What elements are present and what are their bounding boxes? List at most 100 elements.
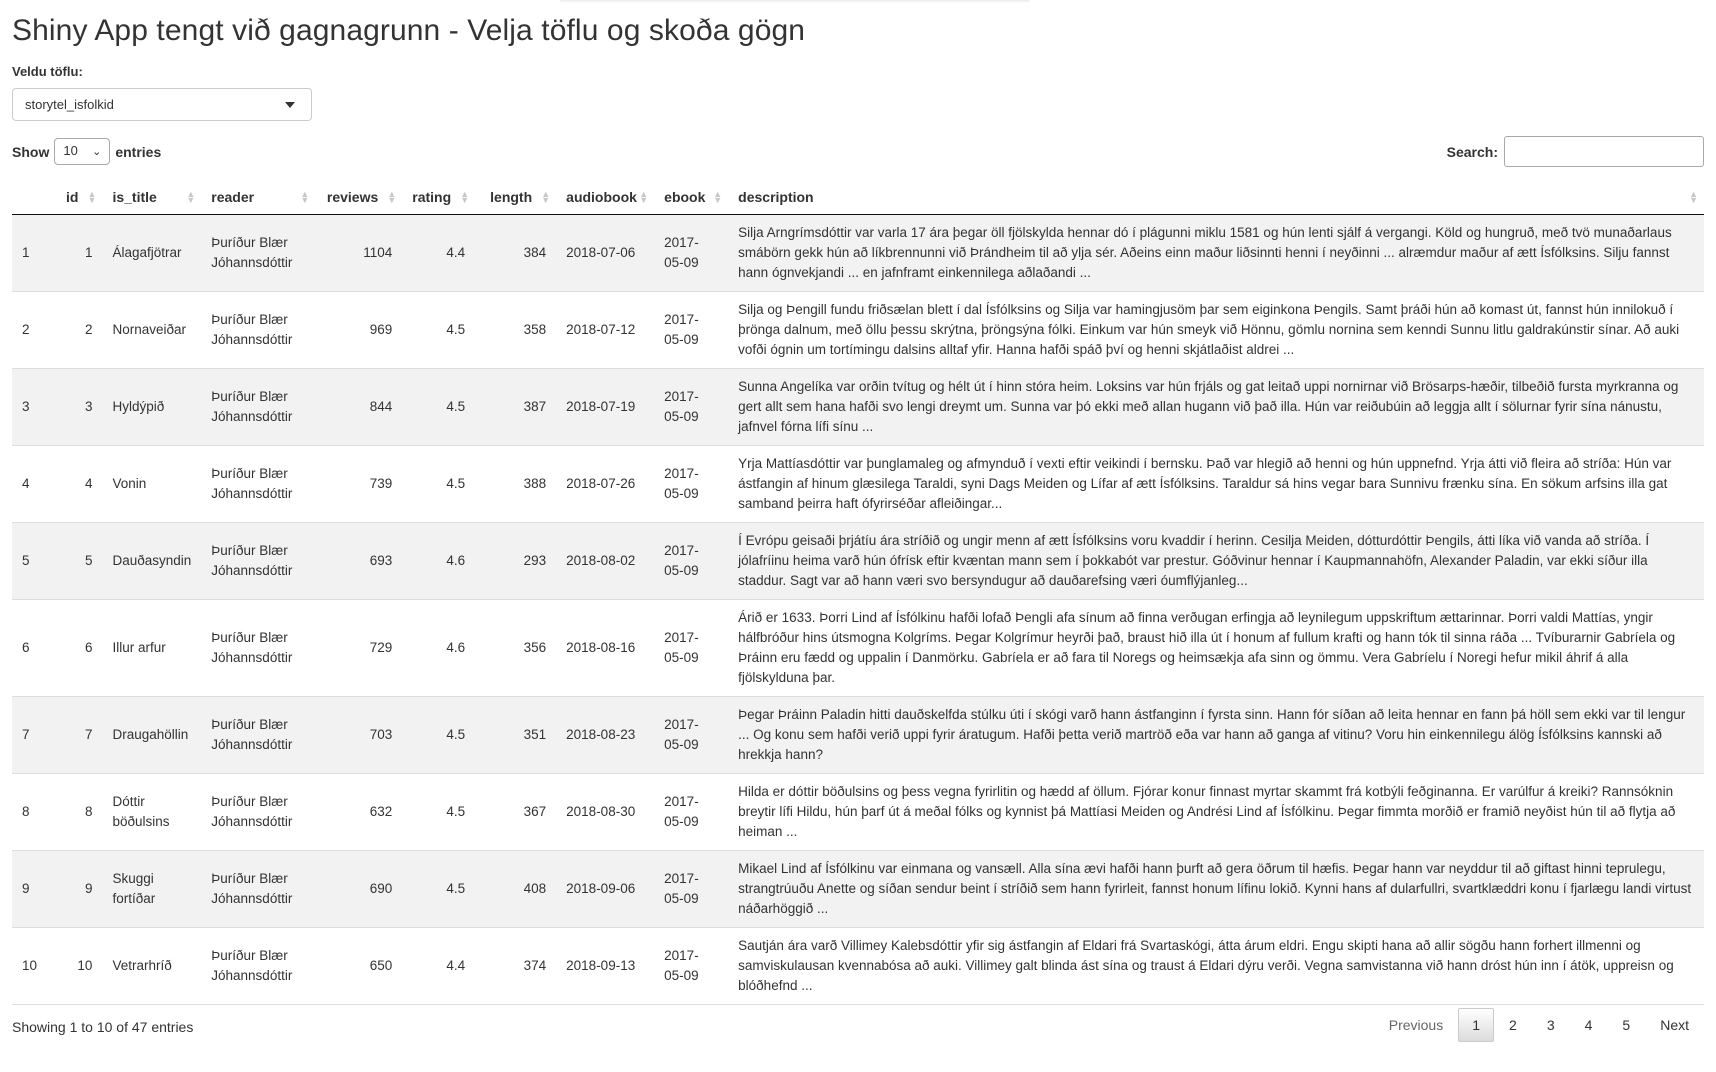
page-button-5[interactable]: 5 bbox=[1607, 1008, 1645, 1042]
length-cell: 358 bbox=[523, 321, 547, 337]
table-row[interactable]: 9 9 Skuggi fortíðar Þuríður Blær Jóhannsdót… bbox=[12, 850, 1704, 927]
ebook-cell: 2017-05-09 bbox=[664, 716, 699, 752]
table-row[interactable]: 7 7 Draugahöllin Þuríður Blær Jóhannsdóttir… bbox=[12, 696, 1704, 773]
id-cell: 4 bbox=[84, 475, 93, 491]
title-cell: Illur arfur bbox=[112, 639, 166, 655]
reader-cell: Þuríður Blær Jóhannsdóttir bbox=[211, 234, 293, 270]
rating-cell: 4.4 bbox=[446, 244, 466, 260]
next-button[interactable]: Next bbox=[1645, 1008, 1704, 1042]
length-cell: 356 bbox=[523, 639, 547, 655]
table-body: 1 1 Álagafjötrar Þuríður Blær Jóhannsdóttir… bbox=[12, 214, 1704, 1004]
reviews-cell: 729 bbox=[369, 639, 393, 655]
table-row[interactable]: 8 8 Dóttir böðulsins Þuríður Blær Jóhannsdó… bbox=[12, 773, 1704, 850]
id-cell: 3 bbox=[84, 398, 93, 414]
table-row[interactable]: 5 5 Dauðasyndin Þuríður Blær Jóhannsdóttir 6… bbox=[12, 522, 1704, 599]
table-row[interactable]: 10 10 Vetrarhríð Þuríður Blær Jóhannsdóttir… bbox=[12, 927, 1704, 1004]
audiobook-cell: 2018-07-12 bbox=[566, 321, 636, 337]
id-cell: 10 bbox=[77, 957, 93, 973]
audiobook-cell: 2018-08-23 bbox=[566, 726, 636, 742]
top-shadow bbox=[560, 0, 1030, 3]
reviews-cell: 632 bbox=[369, 803, 393, 819]
page-button-4[interactable]: 4 bbox=[1570, 1008, 1608, 1042]
table-row[interactable]: 1 1 Álagafjötrar Þuríður Blær Jóhannsdóttir… bbox=[12, 214, 1704, 291]
entries-length-value: 10 bbox=[63, 143, 78, 158]
table-row[interactable]: 2 2 Nornaveiðar Þuríður Blær Jóhannsdóttir 9… bbox=[12, 291, 1704, 368]
length-cell: 367 bbox=[523, 803, 547, 819]
column-header-reviews[interactable]: reviews ▲ ▼ bbox=[315, 180, 403, 215]
row-number-cell: 3 bbox=[22, 398, 30, 414]
previous-button[interactable]: Previous bbox=[1374, 1008, 1458, 1042]
table-header-row: id ▲ ▼ is_title ▲ ▼ reader ▲ ▼ reviews ▲ ▼ ratin… bbox=[12, 180, 1704, 215]
title-cell: Dauðasyndin bbox=[112, 552, 192, 568]
rating-cell: 4.6 bbox=[446, 552, 466, 568]
column-header-audiobook[interactable]: audiobook ▲ ▼ bbox=[556, 180, 655, 215]
column-header-id[interactable]: id ▲ ▼ bbox=[56, 180, 103, 215]
reader-cell: Þuríður Blær Jóhannsdóttir bbox=[211, 311, 293, 347]
rating-cell: 4.5 bbox=[446, 803, 466, 819]
description-cell: Yrja Mattíasdóttir var þunglamaleg og af… bbox=[738, 455, 1672, 511]
chevron-down-icon: ⌄ bbox=[92, 146, 102, 158]
rating-cell: 4.4 bbox=[446, 957, 466, 973]
ebook-cell: 2017-05-09 bbox=[664, 870, 699, 906]
ebook-cell: 2017-05-09 bbox=[664, 629, 699, 665]
length-cell: 408 bbox=[523, 880, 547, 896]
reader-cell: Þuríður Blær Jóhannsdóttir bbox=[211, 947, 293, 983]
row-number-cell: 5 bbox=[22, 552, 30, 568]
audiobook-cell: 2018-09-13 bbox=[566, 957, 636, 973]
table-info: Showing 1 to 10 of 47 entries bbox=[12, 1019, 194, 1035]
reader-cell: Þuríður Blær Jóhannsdóttir bbox=[211, 793, 293, 829]
length-cell: 387 bbox=[523, 398, 547, 414]
title-cell: Nornaveiðar bbox=[112, 321, 186, 337]
rating-cell: 4.5 bbox=[446, 321, 466, 337]
column-header-length[interactable]: length ▲ ▼ bbox=[475, 180, 557, 215]
column-header-description[interactable]: description ▲ ▼ bbox=[728, 180, 1704, 215]
title-cell: Vonin bbox=[112, 475, 147, 491]
id-cell: 6 bbox=[84, 639, 93, 655]
reader-cell: Þuríður Blær Jóhannsdóttir bbox=[211, 629, 293, 665]
column-header-rating[interactable]: rating ▲ ▼ bbox=[402, 180, 476, 215]
page-button-2[interactable]: 2 bbox=[1494, 1008, 1532, 1042]
row-number-cell: 4 bbox=[22, 475, 30, 491]
entries-label: entries bbox=[115, 143, 162, 160]
id-cell: 8 bbox=[84, 803, 93, 819]
audiobook-cell: 2018-08-30 bbox=[566, 803, 636, 819]
sort-icon: ▲ ▼ bbox=[300, 189, 310, 205]
caret-down-icon bbox=[285, 102, 295, 108]
rating-cell: 4.5 bbox=[446, 475, 466, 491]
reviews-cell: 703 bbox=[369, 726, 393, 742]
id-cell: 9 bbox=[84, 880, 93, 896]
audiobook-cell: 2018-07-19 bbox=[566, 398, 636, 414]
column-header-rownames bbox=[12, 180, 56, 215]
table-row[interactable]: 6 6 Illur arfur Þuríður Blær Jóhannsdóttir 7… bbox=[12, 599, 1704, 696]
table-select-label: Veldu töflu: bbox=[12, 64, 83, 79]
length-cell: 388 bbox=[523, 475, 547, 491]
rating-cell: 4.5 bbox=[446, 398, 466, 414]
rating-cell: 4.5 bbox=[446, 880, 466, 896]
title-cell: Hyldýpið bbox=[112, 398, 165, 414]
column-header-ebook[interactable]: ebook ▲ ▼ bbox=[654, 180, 729, 215]
pagination: Previous 1 2 3 4 5 Next bbox=[1374, 1008, 1704, 1042]
ebook-cell: 2017-05-09 bbox=[664, 947, 699, 983]
sort-icon: ▲ ▼ bbox=[713, 189, 723, 205]
description-cell: Árið er 1633. Þorri Lind af Ísfólkinu ha… bbox=[738, 609, 1676, 685]
search-input[interactable] bbox=[1504, 136, 1704, 167]
table-row[interactable]: 4 4 Vonin Þuríður Blær Jóhannsdóttir 739 4.5 3… bbox=[12, 445, 1704, 522]
page: Shiny App tengt við gagnagrunn - Velja t… bbox=[0, 0, 1716, 1072]
id-cell: 7 bbox=[84, 726, 93, 742]
reader-cell: Þuríður Blær Jóhannsdóttir bbox=[211, 388, 293, 424]
search-control: Search: bbox=[1447, 136, 1704, 167]
reader-cell: Þuríður Blær Jóhannsdóttir bbox=[211, 465, 293, 501]
length-cell: 374 bbox=[523, 957, 547, 973]
length-cell: 351 bbox=[523, 726, 547, 742]
table-row[interactable]: 3 3 Hyldýpið Þuríður Blær Jóhannsdóttir 844 4… bbox=[12, 368, 1704, 445]
row-number-cell: 8 bbox=[22, 803, 30, 819]
entries-length-select[interactable]: 10 ⌄ bbox=[54, 138, 111, 165]
description-cell: Sunna Angelíka var orðin tvítug og hélt … bbox=[738, 378, 1679, 434]
page-button-1[interactable]: 1 bbox=[1458, 1008, 1495, 1042]
title-cell: Álagafjötrar bbox=[112, 244, 182, 260]
table-select[interactable]: storytel_isfolkid bbox=[12, 88, 312, 121]
column-header-reader[interactable]: reader ▲ ▼ bbox=[201, 180, 316, 215]
reviews-cell: 693 bbox=[369, 552, 393, 568]
column-header-is-title[interactable]: is_title ▲ ▼ bbox=[102, 180, 202, 215]
page-button-3[interactable]: 3 bbox=[1532, 1008, 1570, 1042]
